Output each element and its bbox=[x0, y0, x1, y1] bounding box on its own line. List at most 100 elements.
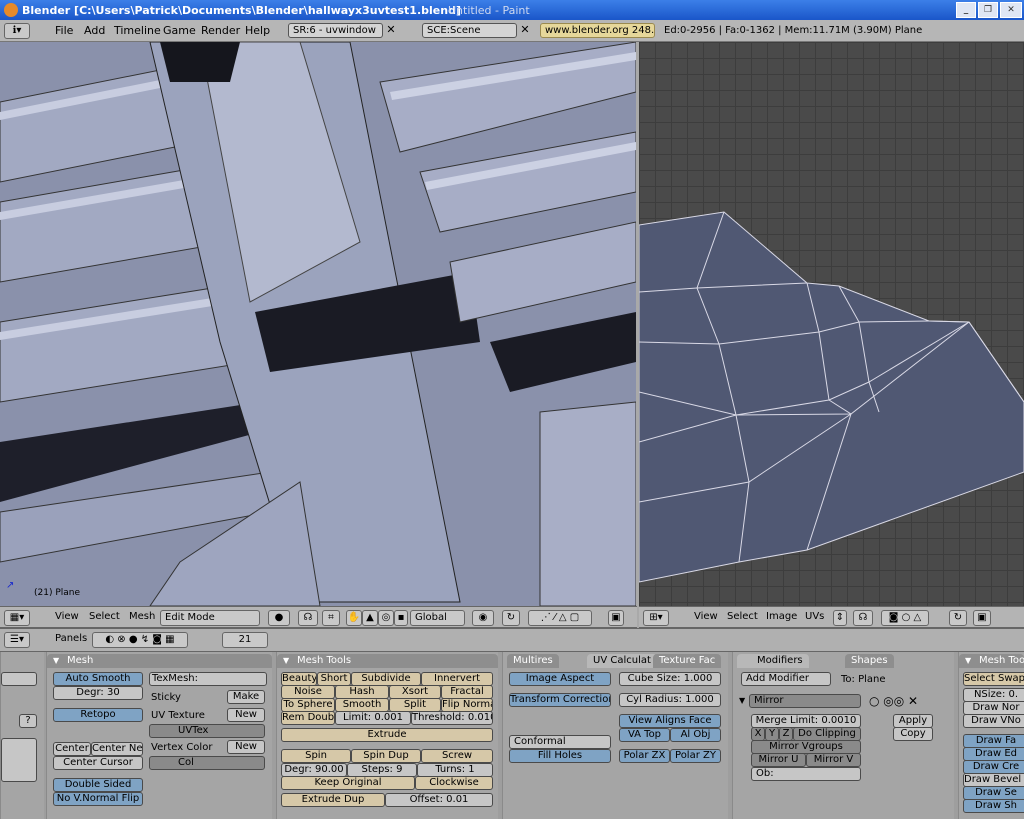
short-button[interactable]: Short bbox=[317, 672, 351, 686]
layer-icon[interactable]: ↻ bbox=[502, 610, 520, 626]
menu-view[interactable]: View bbox=[55, 611, 79, 622]
mode-selector[interactable]: Edit Mode bbox=[160, 610, 260, 626]
menu-help[interactable]: Help bbox=[245, 24, 270, 37]
uv-select-mode-icons[interactable]: ◙ ○ △ bbox=[881, 610, 929, 626]
offset-field[interactable]: Offset: 0.01 bbox=[385, 793, 493, 807]
flip-normal-button[interactable]: Flip Normal bbox=[441, 698, 493, 712]
lock-icon[interactable]: ⌗ bbox=[322, 610, 340, 626]
hash-button[interactable]: Hash bbox=[335, 685, 389, 699]
menu-select[interactable]: Select bbox=[89, 611, 120, 622]
cube-size-field[interactable]: Cube Size: 1.000 bbox=[619, 672, 721, 686]
orientation-selector[interactable]: Global bbox=[410, 610, 465, 626]
mirror-v-toggle[interactable]: Mirror V bbox=[806, 753, 861, 767]
uv-editor[interactable] bbox=[639, 42, 1024, 606]
rotate-icon[interactable]: ▲ bbox=[362, 610, 378, 626]
limit-field[interactable]: Limit: 0.001 bbox=[335, 711, 411, 725]
polar-zy-button[interactable]: Polar ZY bbox=[670, 749, 721, 763]
select-mode-icons[interactable]: ⋰ ⁄ △ ▢ bbox=[528, 610, 592, 626]
menu-game[interactable]: Game bbox=[163, 24, 196, 37]
uv-menu-uvs[interactable]: UVs bbox=[805, 611, 824, 622]
select-swap-button[interactable]: Select Swap bbox=[963, 672, 1024, 686]
al-obj-button[interactable]: Al Obj bbox=[670, 728, 721, 742]
draw-normals-toggle[interactable]: Draw Nor bbox=[963, 701, 1024, 715]
draw-sharp-toggle[interactable]: Draw Sh bbox=[963, 799, 1024, 813]
polar-zx-button[interactable]: Polar ZX bbox=[619, 749, 670, 763]
cyl-radius-field[interactable]: Cyl Radius: 1.000 bbox=[619, 693, 721, 707]
hand-icon[interactable]: ✋ bbox=[346, 610, 362, 626]
center-button[interactable]: Center bbox=[53, 742, 91, 756]
turns-field[interactable]: Turns: 1 bbox=[417, 763, 493, 777]
noise-button[interactable]: Noise bbox=[281, 685, 335, 699]
tab-modifiers[interactable]: Modifiers bbox=[737, 654, 809, 668]
uv-editor-type-icon[interactable]: ⊞▾ bbox=[643, 610, 669, 626]
image-aspect-button[interactable]: Image Aspect bbox=[509, 672, 611, 686]
screen-selector[interactable]: SR:6 - uvwindow bbox=[288, 23, 383, 38]
texmesh-field[interactable]: TexMesh: bbox=[149, 672, 267, 686]
copy-button[interactable]: Copy bbox=[893, 727, 933, 741]
manip-icon[interactable]: ▪ bbox=[394, 610, 408, 626]
uv-menu-select[interactable]: Select bbox=[727, 611, 758, 622]
center-new-button[interactable]: Center New bbox=[91, 742, 143, 756]
mesh-panel-title[interactable]: Mesh bbox=[47, 654, 272, 668]
menu-add[interactable]: Add bbox=[84, 24, 105, 37]
to-sphere-button[interactable]: To Sphere bbox=[281, 698, 335, 712]
unwrapper-selector[interactable]: Conformal bbox=[509, 735, 611, 749]
pivot-icon[interactable]: ◉ bbox=[472, 610, 494, 626]
frame-counter[interactable]: 21 bbox=[222, 632, 268, 648]
modifier-name-field[interactable]: Mirror bbox=[749, 694, 861, 708]
xsort-button[interactable]: Xsort bbox=[389, 685, 441, 699]
axis-z-toggle[interactable]: Z bbox=[779, 727, 793, 741]
context-icons[interactable]: ◐ ⊗ ● ↯ ◙ ▦ bbox=[92, 632, 188, 648]
pivot-selector[interactable]: ⇕ bbox=[833, 610, 847, 626]
mesh-tools-more-title[interactable]: Mesh Too bbox=[959, 654, 1024, 668]
fractal-button[interactable]: Fractal bbox=[441, 685, 493, 699]
beauty-button[interactable]: Beauty bbox=[281, 672, 317, 686]
shading-icon[interactable]: ☊ bbox=[298, 610, 318, 626]
steps-field[interactable]: Steps: 9 bbox=[347, 763, 417, 777]
uv-menu-image[interactable]: Image bbox=[766, 611, 797, 622]
apply-button[interactable]: Apply bbox=[893, 714, 933, 728]
auto-smooth-button[interactable]: Auto Smooth bbox=[53, 672, 143, 686]
nsize-field[interactable]: NSize: 0. bbox=[963, 688, 1024, 702]
maximize-button[interactable]: ❐ bbox=[978, 2, 998, 18]
proportional-icon[interactable]: ☊ bbox=[853, 610, 873, 626]
axis-y-toggle[interactable]: Y bbox=[765, 727, 779, 741]
no-vnormal-flip-button[interactable]: No V.Normal Flip bbox=[53, 792, 143, 806]
screw-button[interactable]: Screw bbox=[421, 749, 493, 763]
center-cursor-button[interactable]: Center Cursor bbox=[53, 756, 143, 770]
add-modifier-menu[interactable]: Add Modifier bbox=[741, 672, 831, 686]
keep-original-button[interactable]: Keep Original bbox=[281, 776, 415, 790]
view-aligns-face-button[interactable]: View Aligns Face bbox=[619, 714, 721, 728]
draw-type-icon[interactable]: ● bbox=[268, 610, 290, 626]
split-button[interactable]: Split bbox=[389, 698, 441, 712]
draw-faces-toggle[interactable]: Draw Fa bbox=[963, 734, 1024, 748]
sync-icon[interactable]: ↻ bbox=[949, 610, 967, 626]
draw-creases-toggle[interactable]: Draw Cre bbox=[963, 760, 1024, 774]
menu-file[interactable]: File bbox=[55, 24, 73, 37]
draw-edges-toggle[interactable]: Draw Ed bbox=[963, 747, 1024, 761]
tab-texture-face[interactable]: Texture Fac bbox=[653, 654, 722, 668]
screen-delete-button[interactable]: ✕ bbox=[384, 23, 398, 38]
buttons-type-icon[interactable]: ☰▾ bbox=[4, 632, 30, 648]
extrude-button[interactable]: Extrude bbox=[281, 728, 493, 742]
double-sided-button[interactable]: Double Sided bbox=[53, 778, 143, 792]
rem-doubles-button[interactable]: Rem Doubl bbox=[281, 711, 335, 725]
draw-vnormals-toggle[interactable]: Draw VNo bbox=[963, 714, 1024, 728]
render-icon[interactable]: ▣ bbox=[608, 610, 624, 626]
vertex-color-new-button[interactable]: New bbox=[227, 740, 265, 754]
degr-field[interactable]: Degr: 30 bbox=[53, 686, 143, 700]
scene-selector[interactable]: SCE:Scene bbox=[422, 23, 517, 38]
do-clipping-toggle[interactable]: Do Clipping bbox=[793, 727, 861, 741]
tab-shapes[interactable]: Shapes bbox=[845, 654, 894, 668]
subdivide-button[interactable]: Subdivide bbox=[351, 672, 421, 686]
draw-seams-toggle[interactable]: Draw Se bbox=[963, 786, 1024, 800]
transform-correction-button[interactable]: Transform Correction bbox=[509, 693, 611, 707]
scale-icon[interactable]: ◎ bbox=[378, 610, 394, 626]
mirror-vgroups-toggle[interactable]: Mirror Vgroups bbox=[751, 740, 861, 754]
spin-button[interactable]: Spin bbox=[281, 749, 351, 763]
mirror-object-field[interactable]: Ob: bbox=[751, 767, 861, 781]
uv-texture-new-button[interactable]: New bbox=[227, 708, 265, 722]
menu-render[interactable]: Render bbox=[201, 24, 240, 37]
retopo-button[interactable]: Retopo bbox=[53, 708, 143, 722]
va-top-button[interactable]: VA Top bbox=[619, 728, 670, 742]
